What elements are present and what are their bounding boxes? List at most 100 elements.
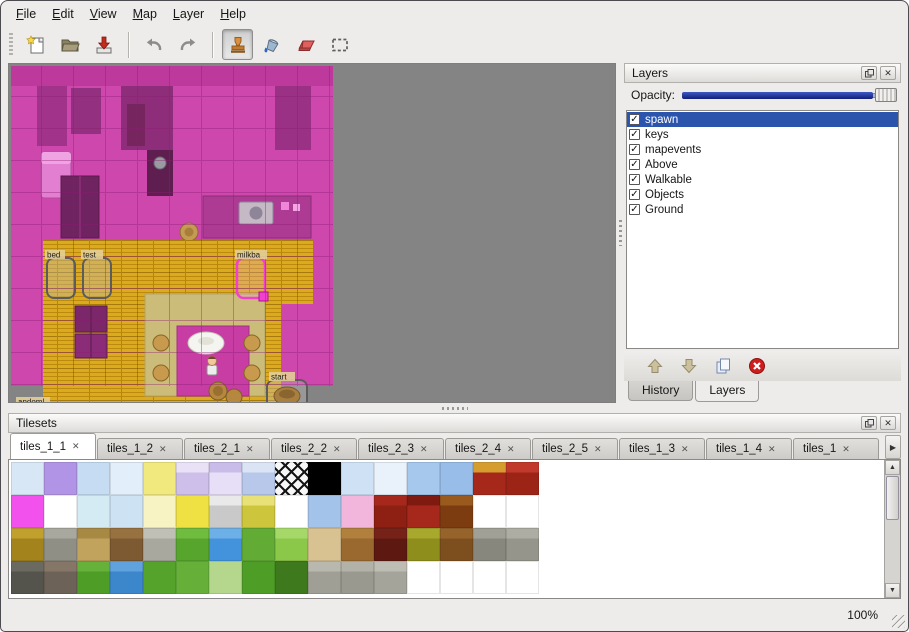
layer-visibility-checkbox[interactable]: ✓	[629, 174, 640, 185]
tileset-tile[interactable]	[275, 528, 308, 561]
delete-layer-button[interactable]	[746, 355, 768, 377]
tileset-tile[interactable]	[341, 561, 374, 594]
layer-visibility-checkbox[interactable]: ✓	[629, 144, 640, 155]
tab-close-icon[interactable]: ✕	[159, 444, 167, 455]
layer-list[interactable]: ✓spawn✓keys✓mapevents✓Above✓Walkable✓Obj…	[626, 110, 899, 349]
scroll-up-button[interactable]: ▲	[885, 460, 900, 475]
tab-close-icon[interactable]: ✕	[333, 444, 341, 455]
tab-close-icon[interactable]: ✕	[594, 444, 602, 455]
undo-button[interactable]	[138, 29, 169, 60]
tab-close-icon[interactable]: ✕	[507, 444, 515, 455]
menu-file[interactable]: File	[9, 4, 43, 24]
tileset-tile[interactable]	[440, 561, 473, 594]
tileset-tile[interactable]	[209, 495, 242, 528]
tileset-tile[interactable]	[407, 495, 440, 528]
tileset-tile[interactable]	[308, 528, 341, 561]
tileset-tab-tiles_2_2[interactable]: tiles_2_2✕	[271, 438, 357, 459]
scroll-down-button[interactable]: ▼	[885, 583, 900, 598]
tab-close-icon[interactable]: ✕	[246, 444, 254, 455]
tileset-tab-tiles_2_5[interactable]: tiles_2_5✕	[532, 438, 618, 459]
tileset-tile[interactable]	[143, 495, 176, 528]
duplicate-layer-button[interactable]	[712, 355, 734, 377]
tileset-tile[interactable]	[374, 462, 407, 495]
tileset-tile[interactable]	[77, 495, 110, 528]
map-view[interactable]: bed test milkba start andoml entr	[8, 63, 616, 403]
tileset-tile[interactable]	[440, 495, 473, 528]
tileset-tab-tiles_1[interactable]: tiles_1✕	[793, 438, 879, 459]
tileset-tile[interactable]	[308, 462, 341, 495]
tileset-tile[interactable]	[143, 462, 176, 495]
dock-tab-history[interactable]: History	[628, 381, 693, 401]
tileset-tile[interactable]	[77, 561, 110, 594]
map-canvas[interactable]: bed test milkba start andoml entr	[9, 64, 615, 402]
tileset-tile[interactable]	[341, 495, 374, 528]
close-dock-button[interactable]: ✕	[880, 416, 896, 430]
rectangular-select-tool-button[interactable]	[324, 29, 355, 60]
tileset-tile[interactable]	[275, 462, 308, 495]
menu-edit[interactable]: Edit	[45, 4, 81, 24]
tileset-tile[interactable]	[176, 495, 209, 528]
tileset-tile[interactable]	[110, 561, 143, 594]
float-dock-button[interactable]	[861, 66, 877, 80]
opacity-slider[interactable]	[682, 87, 897, 103]
tileset-tile[interactable]	[407, 561, 440, 594]
tileset-tile[interactable]	[242, 561, 275, 594]
tileset-tile[interactable]	[308, 495, 341, 528]
layer-row-keys[interactable]: ✓keys	[627, 127, 898, 142]
tileset-tab-tiles_2_1[interactable]: tiles_2_1✕	[184, 438, 270, 459]
horizontal-splitter[interactable]	[1, 403, 908, 413]
menu-map[interactable]: Map	[126, 4, 164, 24]
layer-row-Ground[interactable]: ✓Ground	[627, 202, 898, 217]
tileset-tile[interactable]	[308, 561, 341, 594]
new-file-button[interactable]	[20, 29, 51, 60]
scrollbar-track[interactable]	[885, 521, 900, 583]
tileset-tile[interactable]	[11, 561, 44, 594]
tileset-tile[interactable]	[110, 528, 143, 561]
tileset-tab-tiles_2_4[interactable]: tiles_2_4✕	[445, 438, 531, 459]
layer-visibility-checkbox[interactable]: ✓	[629, 114, 640, 125]
tileset-tile[interactable]	[473, 561, 506, 594]
tileset-tab-tiles_1_1[interactable]: tiles_1_1✕	[10, 433, 96, 459]
tileset-tile[interactable]	[77, 462, 110, 495]
menu-view[interactable]: View	[83, 4, 124, 24]
resize-grip[interactable]	[892, 615, 905, 628]
float-dock-button[interactable]	[861, 416, 877, 430]
eraser-tool-button[interactable]	[290, 29, 321, 60]
tileset-tile[interactable]	[440, 462, 473, 495]
layer-visibility-checkbox[interactable]: ✓	[629, 159, 640, 170]
tileset-tab-tiles_2_3[interactable]: tiles_2_3✕	[358, 438, 444, 459]
layer-row-Above[interactable]: ✓Above	[627, 157, 898, 172]
tileset-tile[interactable]	[209, 462, 242, 495]
tileset-tile[interactable]	[242, 495, 275, 528]
layer-row-mapevents[interactable]: ✓mapevents	[627, 142, 898, 157]
tileset-tile[interactable]	[473, 462, 506, 495]
tileset-tile[interactable]	[209, 561, 242, 594]
opacity-slider-handle[interactable]	[875, 88, 897, 102]
toolbar-drag-handle[interactable]	[9, 33, 13, 57]
redo-button[interactable]	[172, 29, 203, 60]
tileset-tile[interactable]	[209, 528, 242, 561]
tileset-tile[interactable]	[407, 462, 440, 495]
layer-visibility-checkbox[interactable]: ✓	[629, 129, 640, 140]
bucket-fill-tool-button[interactable]	[256, 29, 287, 60]
tileset-tile[interactable]	[506, 495, 539, 528]
tileset-tile[interactable]	[275, 561, 308, 594]
tab-close-icon[interactable]: ✕	[72, 441, 80, 452]
tab-close-icon[interactable]: ✕	[768, 444, 776, 455]
tileset-tile[interactable]	[473, 495, 506, 528]
tileset-tile[interactable]	[374, 528, 407, 561]
tileset-tile[interactable]	[176, 528, 209, 561]
tileset-tile[interactable]	[407, 528, 440, 561]
tileset-vertical-scrollbar[interactable]: ▲ ▼	[884, 460, 900, 598]
tileset-tab-tiles_1_2[interactable]: tiles_1_2✕	[97, 438, 183, 459]
layer-row-Walkable[interactable]: ✓Walkable	[627, 172, 898, 187]
vertical-splitter[interactable]	[616, 63, 624, 403]
tileset-view[interactable]: ▲ ▼	[8, 459, 901, 599]
tileset-tile[interactable]	[506, 462, 539, 495]
stamp-brush-tool-button[interactable]	[222, 29, 253, 60]
tileset-tile[interactable]	[44, 495, 77, 528]
tileset-tile[interactable]	[11, 462, 44, 495]
layer-visibility-checkbox[interactable]: ✓	[629, 204, 640, 215]
tab-close-icon[interactable]: ✕	[681, 444, 689, 455]
raise-layer-button[interactable]	[644, 355, 666, 377]
